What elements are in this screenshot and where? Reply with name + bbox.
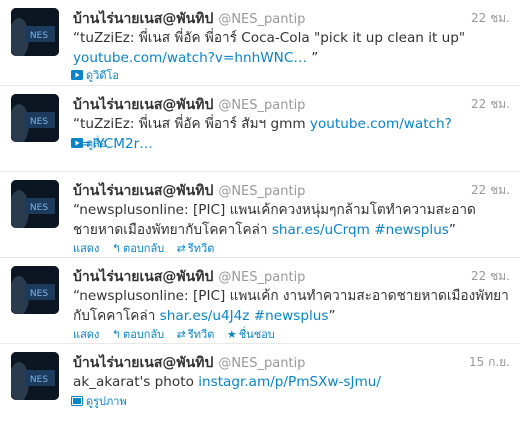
tweet-body: “tuZziEz: พี่เนส พี่อัค พี่อาร์ สัมฯ gmm <box>73 116 310 132</box>
tweet-text: “newsplusonline: [PIC] แพนเค้กควงหนุ่มๆก… <box>73 200 509 240</box>
user-name[interactable]: บ้านไร่นายเนส@พันทิป <box>73 11 213 27</box>
user-name[interactable]: บ้านไร่นายเนส@พันทิป <box>73 183 213 199</box>
media-label: ดูรูปภาพ <box>86 395 127 408</box>
tweet-body: ak_akarat's photo <box>73 374 199 390</box>
tweet-actions: แสดง ↰ ตอบกลับ ⇄ รีทวีต <box>73 239 223 257</box>
tweet[interactable]: NES บ้านไร่นายเนส@พันทิป @NES_pantip 22 ช… <box>0 86 520 172</box>
tweet-header: บ้านไร่นายเนส@พันทิป @NES_pantip 22 ชม. <box>73 94 510 114</box>
tweet-text: “newsplusonline: [PIC] แพนเค้ก งานทำความ… <box>73 286 509 326</box>
tweet-suffix: ” <box>448 222 456 238</box>
reply-label: ตอบกลับ <box>123 328 165 341</box>
timestamp[interactable]: 22 ชม. <box>471 181 510 200</box>
tweet-header: บ้านไร่นายเนส@พันทิป @NES_pantip 22 ชม. <box>73 180 510 200</box>
user-handle[interactable]: @NES_pantip <box>218 98 305 113</box>
svg-text:NES: NES <box>30 289 48 299</box>
retweet-label: รีทวีต <box>187 242 215 255</box>
star-icon: ★ <box>226 328 237 341</box>
tweet[interactable]: NES บ้านไร่นายเนส@พันทิป @NES_pantip 22 ช… <box>0 258 520 344</box>
photo-icon <box>71 396 83 406</box>
timestamp[interactable]: 22 ชม. <box>471 9 510 28</box>
user-handle[interactable]: @NES_pantip <box>218 12 305 27</box>
tweet-suffix: ” <box>328 308 336 324</box>
media-label: ดูสื่อ <box>86 137 107 150</box>
view-media-link[interactable]: ดูวิดีโอ <box>71 66 119 84</box>
reply-button[interactable]: ↰ ตอบกลับ <box>112 239 164 257</box>
user-handle[interactable]: @NES_pantip <box>218 184 305 199</box>
svg-text:NES: NES <box>30 203 48 213</box>
svg-text:NES: NES <box>30 117 48 127</box>
tweet-link[interactable]: instagr.am/p/PmSXw-sJmu/ <box>198 374 381 390</box>
tweet-link[interactable]: youtube.com/watch?v=hnhWNC… <box>73 50 307 66</box>
tweet-text: “tuZziEz: พี่เนส พี่อัค พี่อาร์ Coca-Col… <box>73 28 509 68</box>
avatar[interactable]: NES <box>11 352 59 400</box>
tweet-body: “tuZziEz: พี่เนส พี่อัค พี่อาร์ Coca-Col… <box>73 30 466 46</box>
user-name[interactable]: บ้านไร่นายเนส@พันทิป <box>73 355 213 371</box>
user-handle[interactable]: @NES_pantip <box>218 356 305 371</box>
timestamp[interactable]: 22 ชม. <box>471 95 510 114</box>
retweet-label: รีทวีต <box>187 328 215 341</box>
tweet-link[interactable]: shar.es/u4J4z <box>160 308 250 324</box>
retweet-button[interactable]: ⇄ รีทวีต <box>177 239 215 257</box>
avatar[interactable]: NES <box>11 8 59 56</box>
hashtag-link[interactable]: #newsplus <box>254 308 329 324</box>
reply-icon: ↰ <box>111 242 122 255</box>
tweet-suffix: ” <box>306 50 319 66</box>
reply-button[interactable]: ↰ ตอบกลับ <box>112 325 164 343</box>
favorite-label: ชื่นชอบ <box>238 328 275 341</box>
view-photo-link[interactable]: ดูรูปภาพ <box>71 392 127 410</box>
svg-text:NES: NES <box>30 31 48 41</box>
timestamp[interactable]: 22 ชม. <box>471 267 510 286</box>
tweet-feed: NES บ้านไร่นายเนส@พันทิป @NES_pantip 22 ช… <box>0 0 520 428</box>
tweet[interactable]: NES บ้านไร่นายเนส@พันทิป @NES_pantip 22 ช… <box>0 0 520 86</box>
tweet-actions: แสดง ↰ ตอบกลับ ⇄ รีทวีต ★ ชื่นชอบ <box>73 325 284 343</box>
tweet-text: ak_akarat's photo instagr.am/p/PmSXw-sJm… <box>73 372 509 392</box>
avatar[interactable]: NES <box>11 266 59 314</box>
media-icon <box>71 138 83 148</box>
svg-text:NES: NES <box>30 375 48 385</box>
avatar[interactable]: NES <box>11 94 59 142</box>
retweet-icon: ⇄ <box>176 328 186 341</box>
favorite-button[interactable]: ★ ชื่นชอบ <box>227 325 275 343</box>
media-label: ดูวิดีโอ <box>86 69 119 82</box>
reply-label: ตอบกลับ <box>123 242 165 255</box>
view-media-link[interactable]: ดูสื่อ <box>71 134 106 152</box>
show-button[interactable]: แสดง <box>73 325 99 343</box>
user-name[interactable]: บ้านไร่นายเนส@พันทิป <box>73 269 213 285</box>
tweet-header: บ้านไร่นายเนส@พันทิป @NES_pantip 15 ก.ย. <box>73 352 510 372</box>
user-handle[interactable]: @NES_pantip <box>218 270 305 285</box>
tweet-link[interactable]: shar.es/uCrqm <box>272 222 370 238</box>
timestamp[interactable]: 15 ก.ย. <box>469 353 510 372</box>
retweet-icon: ⇄ <box>176 242 186 255</box>
tweet-header: บ้านไร่นายเนส@พันทิป @NES_pantip 22 ชม. <box>73 8 510 28</box>
retweet-button[interactable]: ⇄ รีทวีต <box>177 325 215 343</box>
tweet-text: “tuZziEz: พี่เนส พี่อัค พี่อาร์ สัมฯ gmm… <box>73 114 509 154</box>
show-button[interactable]: แสดง <box>73 239 99 257</box>
reply-icon: ↰ <box>111 328 122 341</box>
user-name[interactable]: บ้านไร่นายเนส@พันทิป <box>73 97 213 113</box>
tweet[interactable]: NES บ้านไร่นายเนส@พันทิป @NES_pantip 15 ก… <box>0 344 520 428</box>
tweet-header: บ้านไร่นายเนส@พันทิป @NES_pantip 22 ชม. <box>73 266 510 286</box>
hashtag-link[interactable]: #newsplus <box>374 222 449 238</box>
video-icon <box>71 70 83 80</box>
tweet[interactable]: NES บ้านไร่นายเนส@พันทิป @NES_pantip 22 ช… <box>0 172 520 258</box>
avatar[interactable]: NES <box>11 180 59 228</box>
